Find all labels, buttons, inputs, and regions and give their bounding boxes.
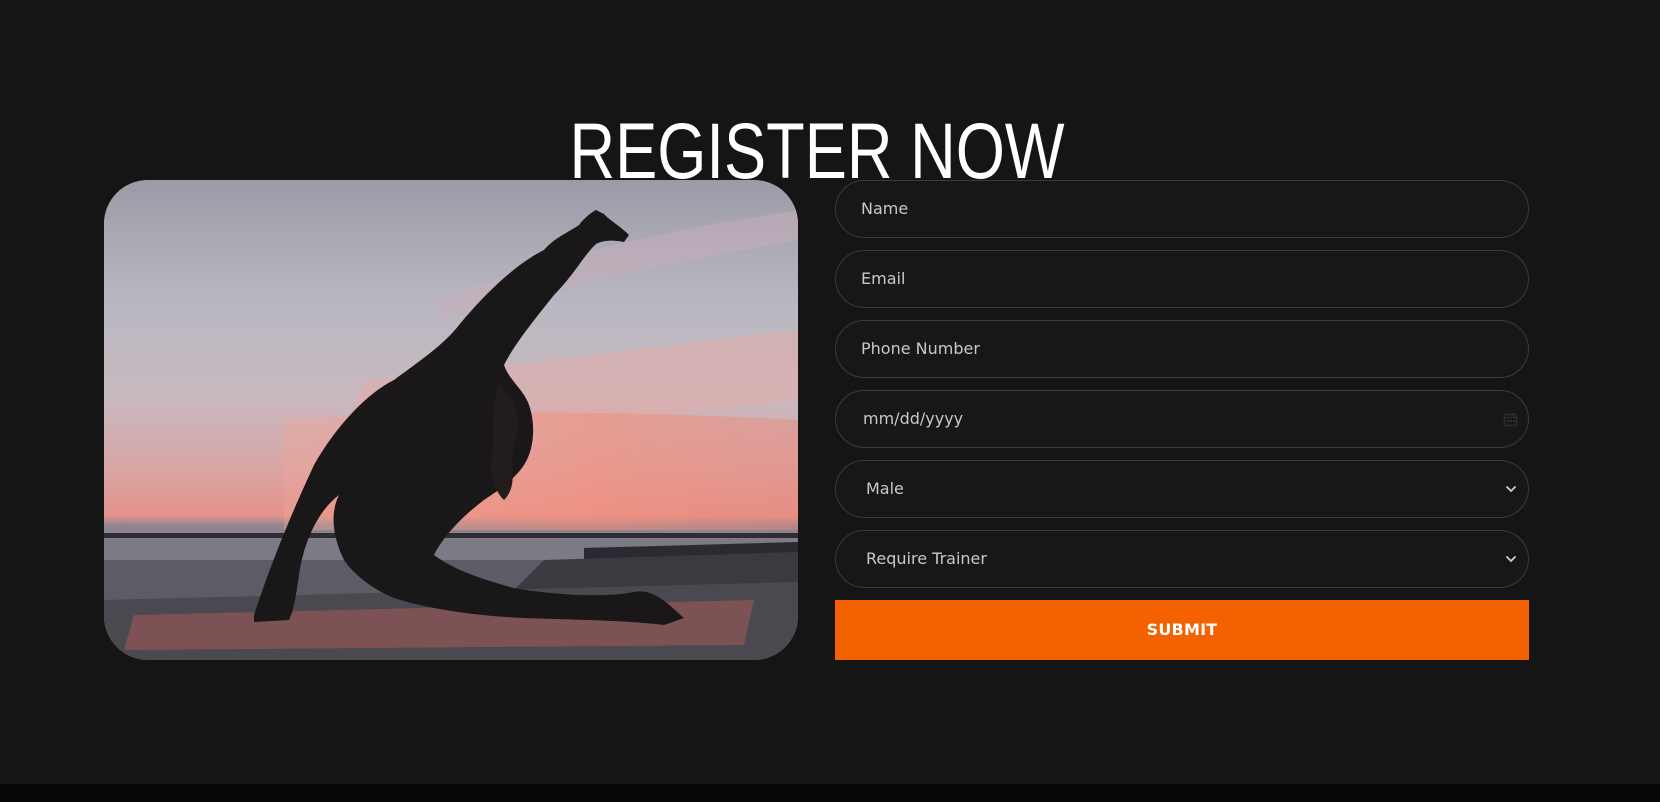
yoga-photo [104, 180, 798, 660]
email-placeholder: Email [861, 269, 906, 288]
chevron-down-icon [1506, 556, 1516, 562]
trainer-selected-value: Require Trainer [866, 549, 987, 568]
gender-selected-value: Male [866, 479, 904, 498]
submit-button[interactable]: SUBMIT [835, 600, 1529, 660]
phone-input[interactable]: Phone Number [835, 320, 1529, 378]
date-input[interactable]: mm/dd/yyyy [835, 390, 1529, 448]
name-input[interactable]: Name [835, 180, 1529, 238]
gender-select[interactable]: Male [835, 460, 1529, 518]
phone-placeholder: Phone Number [861, 339, 980, 358]
chevron-down-icon [1506, 486, 1516, 492]
trainer-select[interactable]: Require Trainer [835, 530, 1529, 588]
footer-strip [0, 784, 1660, 802]
date-placeholder: mm/dd/yyyy [863, 409, 964, 428]
calendar-icon[interactable] [1503, 412, 1518, 427]
email-input[interactable]: Email [835, 250, 1529, 308]
name-placeholder: Name [861, 199, 909, 218]
